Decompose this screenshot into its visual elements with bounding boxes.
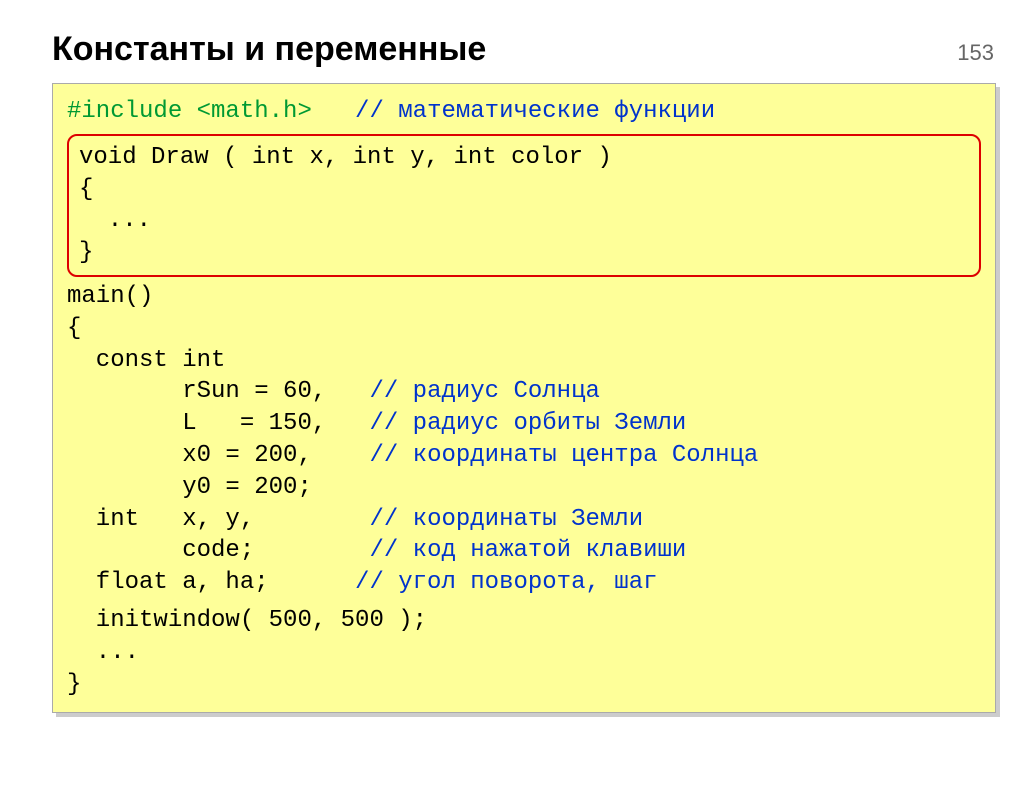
rsun-comment: // радиус Солнца bbox=[369, 378, 599, 405]
rsun-line: rSun = 60, // радиус Солнца bbox=[67, 376, 981, 408]
page-number: 153 bbox=[957, 40, 994, 66]
ellipsis-line: ... bbox=[67, 637, 981, 669]
code-var: code; bbox=[67, 537, 369, 564]
x0-comment: // координаты центра Солнца bbox=[369, 442, 758, 469]
include-header-name: <math.h> bbox=[197, 98, 312, 125]
rsun-code: rSun = 60, bbox=[67, 378, 369, 405]
l-line: L = 150, // радиус орбиты Земли bbox=[67, 408, 981, 440]
int-comment: // координаты Земли bbox=[369, 506, 643, 533]
code-comment: // код нажатой клавиши bbox=[369, 537, 686, 564]
func-sig: void Draw ( int x, int y, int color ) bbox=[79, 142, 969, 174]
include-keyword: #include bbox=[67, 98, 197, 125]
float-comment: // угол поворота, шаг bbox=[355, 569, 657, 596]
slide-title: Константы и переменные bbox=[52, 30, 1024, 69]
func-open: { bbox=[79, 174, 969, 206]
function-definition-box: void Draw ( int x, int y, int color ) { … bbox=[67, 134, 981, 277]
main-sig: main() bbox=[67, 281, 981, 313]
l-code: L = 150, bbox=[67, 410, 369, 437]
y0-line: y0 = 200; bbox=[67, 472, 981, 504]
include-line: #include <math.h> // математические функ… bbox=[67, 96, 981, 128]
float-line: float a, ha; // угол поворота, шаг bbox=[67, 567, 981, 599]
const-decl: const int bbox=[67, 345, 981, 377]
main-open: { bbox=[67, 313, 981, 345]
l-comment: // радиус орбиты Земли bbox=[369, 410, 686, 437]
main-close: } bbox=[67, 669, 981, 701]
func-close: } bbox=[79, 237, 969, 269]
include-comment: // математические функции bbox=[312, 98, 715, 125]
int-code: int x, y, bbox=[67, 506, 369, 533]
code-line: code; // код нажатой клавиши bbox=[67, 535, 981, 567]
float-code: float a, ha; bbox=[67, 569, 355, 596]
func-body: ... bbox=[79, 205, 969, 237]
initwindow-line: initwindow( 500, 500 ); bbox=[67, 605, 981, 637]
code-block: #include <math.h> // математические функ… bbox=[52, 83, 996, 713]
x0-line: x0 = 200, // координаты центра Солнца bbox=[67, 440, 981, 472]
x0-code: x0 = 200, bbox=[67, 442, 369, 469]
int-line: int x, y, // координаты Земли bbox=[67, 504, 981, 536]
